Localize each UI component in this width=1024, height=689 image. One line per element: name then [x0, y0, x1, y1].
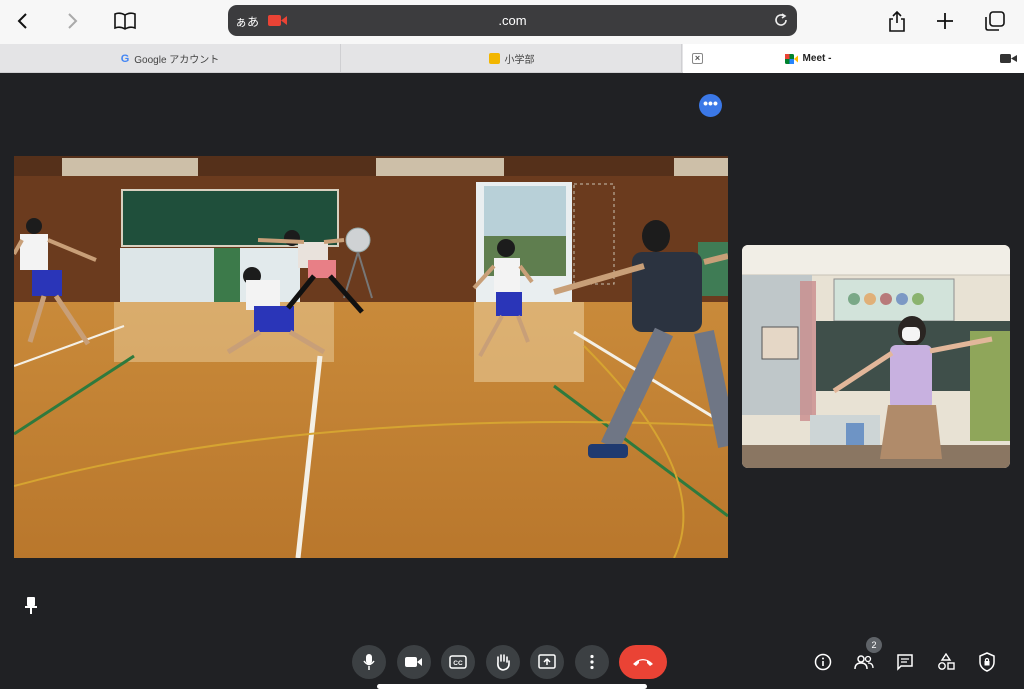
reload-icon[interactable]	[773, 12, 789, 33]
more-options-button[interactable]: •••	[699, 94, 722, 117]
book-icon	[114, 12, 136, 30]
chat-button[interactable]	[894, 651, 916, 673]
redacted-title	[836, 52, 923, 65]
url-text: .com	[498, 13, 527, 28]
address-bar[interactable]: ぁあ .com	[228, 5, 797, 36]
share-button[interactable]	[881, 6, 913, 36]
tab-label: Meet -	[802, 53, 832, 64]
closed-captions-icon: CC	[449, 655, 467, 669]
forward-button[interactable]	[56, 6, 88, 36]
raise-hand-button[interactable]	[486, 645, 520, 679]
tabs-icon	[985, 11, 1005, 31]
info-icon	[814, 653, 832, 671]
activities-button[interactable]	[935, 651, 957, 673]
more-options-menu-button[interactable]	[575, 645, 609, 679]
share-icon	[889, 10, 905, 32]
more-vert-icon	[590, 654, 594, 670]
hand-icon	[497, 654, 510, 671]
gym-video-frame	[14, 156, 728, 558]
shapes-icon	[938, 653, 955, 670]
back-button[interactable]	[7, 6, 39, 36]
participants-button[interactable]	[853, 651, 875, 673]
plus-icon	[937, 13, 953, 29]
meeting-details-button[interactable]	[812, 651, 834, 673]
microphone-icon	[363, 654, 375, 670]
present-screen-button[interactable]	[530, 645, 564, 679]
svg-text:CC: CC	[453, 660, 463, 667]
classroom-favicon-icon	[488, 53, 500, 64]
shield-lock-icon	[979, 652, 995, 672]
pin-icon[interactable]	[24, 596, 38, 619]
main-video-tile[interactable]	[14, 156, 728, 558]
chevron-left-icon	[17, 13, 27, 29]
chevron-right-icon	[68, 13, 78, 29]
microphone-button[interactable]	[352, 645, 386, 679]
meet-favicon-icon	[784, 53, 798, 64]
present-icon	[538, 654, 556, 669]
chat-icon	[897, 654, 913, 671]
participant-count-badge: 2	[866, 637, 882, 653]
leave-call-button[interactable]	[619, 645, 667, 679]
browser-toolbar: ぁあ .com	[0, 0, 1024, 44]
close-tab-icon[interactable]: ×	[692, 53, 703, 64]
new-tab-button[interactable]	[929, 6, 961, 36]
camera-button[interactable]	[397, 645, 431, 679]
google-favicon-icon: G	[120, 52, 130, 65]
tab-meet[interactable]: × Meet -	[683, 44, 1024, 73]
home-indicator	[377, 684, 647, 689]
tabs-overview-button[interactable]	[979, 6, 1011, 36]
tab-google-account[interactable]: G Google アカウント	[0, 44, 341, 73]
tab-label: Google アカウント	[134, 55, 220, 66]
classroom-video-frame	[742, 245, 1010, 468]
host-controls-button[interactable]	[976, 651, 998, 673]
tab-bar: G Google アカウント 小学部 × Meet -	[0, 44, 1024, 73]
captions-button[interactable]: CC	[441, 645, 475, 679]
tab-classroom[interactable]: 小学部	[342, 44, 682, 73]
tab-camera-icon	[1000, 53, 1018, 67]
hang-up-icon	[633, 659, 653, 666]
tab-label: 小学部	[504, 55, 535, 66]
video-camera-icon	[405, 657, 422, 667]
people-icon	[854, 655, 874, 670]
participant-video-tile[interactable]	[742, 245, 1010, 468]
bookmarks-button[interactable]	[109, 6, 141, 36]
